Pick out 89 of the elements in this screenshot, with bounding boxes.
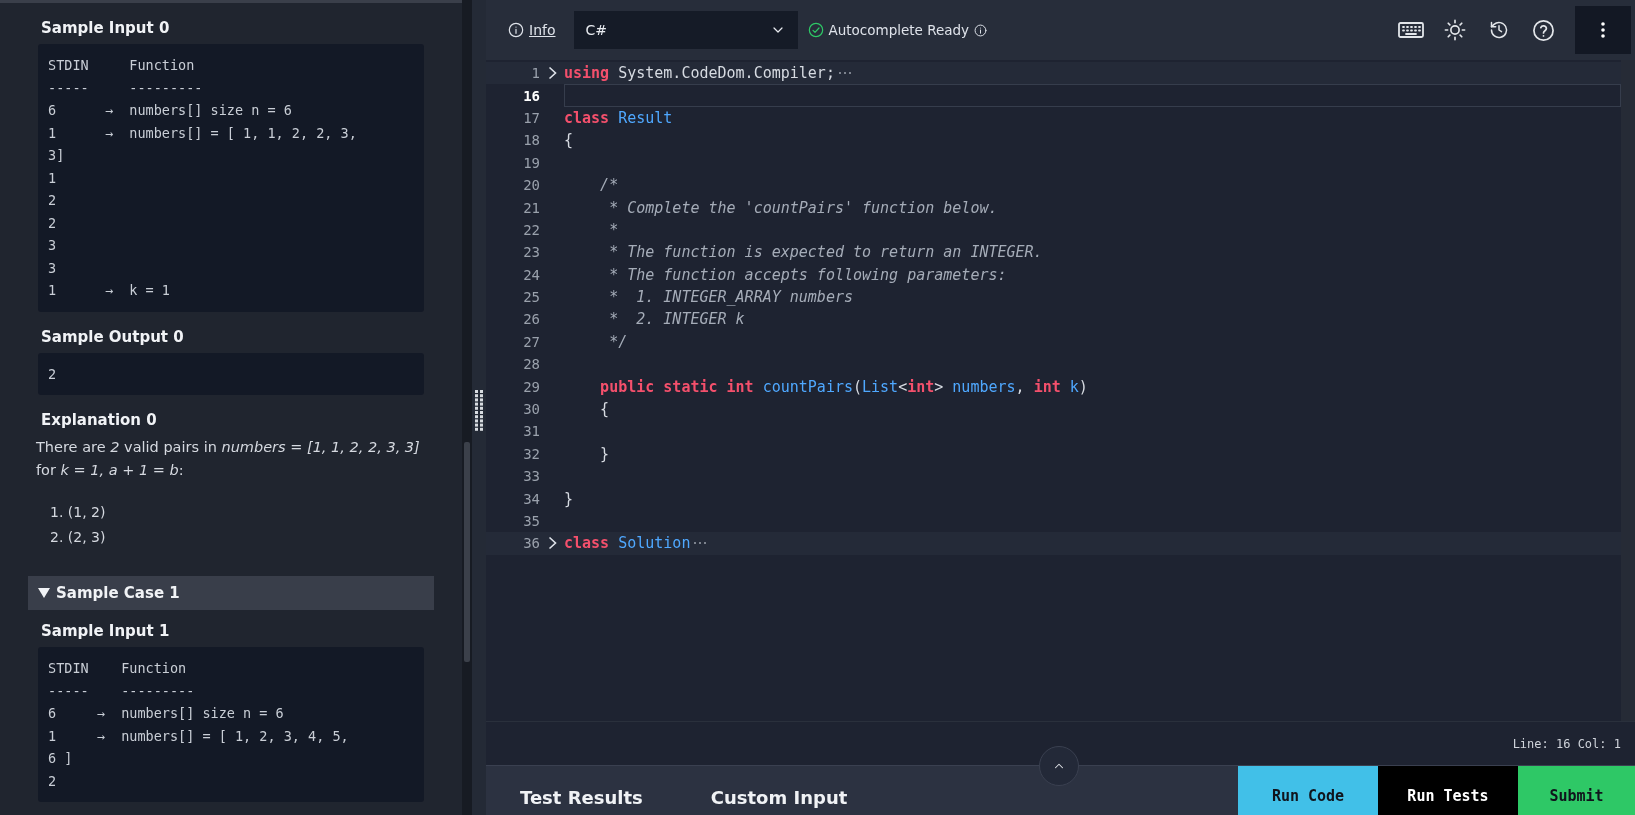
section-title: Sample Output 0 xyxy=(41,327,185,346)
sample-line: 1 → numbers[] = [ 1, 1, 2, 2, 3, xyxy=(48,123,358,143)
line-number: 23 xyxy=(522,244,540,261)
line-number: 35 xyxy=(522,513,540,529)
code-line: class Result xyxy=(564,108,673,127)
grip-icon[interactable] xyxy=(475,390,483,432)
line-number: 34 xyxy=(522,490,540,507)
sample-line: 1 → numbers[] = [ 1, 2, 3, 4, 5, xyxy=(48,726,350,746)
line-number: 18 xyxy=(522,132,540,149)
line-number: 19 xyxy=(522,154,540,171)
line-number: 33 xyxy=(522,468,540,485)
explanation-text: There are 2 valid pairs in numbers = [1, 1, 2, 2, 3, 3] for k = 1, a + 1 = b: xyxy=(36,438,421,480)
sample-line: STDIN Function xyxy=(48,659,188,678)
sample-line: 6 ] xyxy=(48,749,74,768)
sample-line: 2 xyxy=(48,364,58,384)
line-number: 20 xyxy=(522,177,540,194)
pair-item: 1. (1, 2) xyxy=(49,503,107,522)
line-number: 21 xyxy=(522,199,540,216)
sample-case-header[interactable]: Sample Case 1 xyxy=(28,576,434,610)
line-number: 28 xyxy=(522,356,540,373)
sample-line: 6 → numbers[] size n = 6 xyxy=(48,101,293,120)
run-code-button[interactable]: Run Code xyxy=(1238,766,1378,815)
line-number: 17 xyxy=(522,109,540,126)
caret-icon xyxy=(38,588,50,598)
line-number: 27 xyxy=(522,333,540,350)
fold-ellipsis-icon[interactable] xyxy=(693,541,708,546)
line-number: 30 xyxy=(522,401,540,418)
help-icon xyxy=(1531,18,1555,42)
line-number: 29 xyxy=(522,378,540,395)
code-line: * The function accepts following parameters: xyxy=(608,265,1007,284)
code-line: * xyxy=(608,220,619,239)
line-number: 1 xyxy=(530,65,540,82)
code-line: class Solution xyxy=(564,534,691,553)
pair-item: 2. (2, 3) xyxy=(49,528,107,547)
sample-line: 1 xyxy=(48,168,58,188)
info-icon xyxy=(508,22,524,38)
line-number: 31 xyxy=(522,423,540,440)
code-line: */ xyxy=(608,332,628,351)
code-line: public static int countPairs(List<int> numbers, int k) xyxy=(599,377,1088,396)
code-line: * 1. INTEGER_ARRAY numbers xyxy=(608,288,853,307)
panel-tab[interactable]: Test Results xyxy=(520,787,643,815)
language-select[interactable]: C# xyxy=(573,11,798,49)
info-icon[interactable] xyxy=(974,23,988,37)
line-number: 22 xyxy=(522,221,540,238)
sample-line: 3] xyxy=(48,146,66,165)
scrollbar-thumb[interactable] xyxy=(464,442,470,662)
panel-tab[interactable]: Custom Input xyxy=(710,787,848,815)
sun-icon xyxy=(1444,19,1466,41)
sample-line: 2 xyxy=(48,213,58,233)
section-title: Explanation 0 xyxy=(41,411,158,429)
sample-line: 2 xyxy=(48,191,58,210)
code-line: /* xyxy=(599,176,619,195)
code-line: } xyxy=(599,444,610,463)
section-title: Sample Input 1 xyxy=(41,622,171,640)
code-line: * The function is expected to return an INTEGER. xyxy=(608,243,1043,262)
line-number: 26 xyxy=(522,311,540,328)
keyboard-icon xyxy=(1398,20,1424,40)
line-number: 24 xyxy=(522,266,540,283)
sample-line: 3 xyxy=(48,236,58,255)
line-number: 36 xyxy=(522,535,540,552)
section-title: Sample Input 0 xyxy=(41,19,171,37)
sample-line: 6 → numbers[] size n = 6 xyxy=(48,704,285,723)
code-line: } xyxy=(564,489,574,508)
autocomplete-status: Autocomplete Ready xyxy=(828,22,970,38)
chevron-right-icon[interactable] xyxy=(547,66,557,81)
chevron-right-icon[interactable] xyxy=(547,536,557,551)
sample-line: ----- --------- xyxy=(48,78,204,98)
history-icon xyxy=(1489,20,1509,40)
cursor-position: Line: 16 Col: 1 xyxy=(1512,736,1621,751)
code-line: using System.CodeDom.Compiler; xyxy=(564,64,835,83)
line-number: 16 xyxy=(522,87,540,104)
sample-line: 1 → k = 1 xyxy=(48,281,171,300)
fold-ellipsis-icon[interactable] xyxy=(837,71,852,76)
case-title: Sample Case 1 xyxy=(56,584,180,602)
sample-line: ----- --------- xyxy=(48,681,196,701)
check-circle-icon xyxy=(807,22,824,38)
code-line: * 2. INTEGER k xyxy=(608,310,745,329)
code-line: { xyxy=(564,131,574,150)
sample-line: 2 xyxy=(48,771,58,791)
line-number: 32 xyxy=(522,445,540,462)
sample-line: STDIN Function xyxy=(48,56,196,75)
code-line: { xyxy=(599,400,610,419)
more-vertical-icon xyxy=(1601,22,1605,38)
info-link[interactable]: Info xyxy=(508,22,556,38)
sample-line: 3 xyxy=(48,258,58,278)
run-tests-button[interactable]: Run Tests xyxy=(1378,766,1518,815)
submit-button[interactable]: Submit xyxy=(1518,766,1635,815)
line-number: 25 xyxy=(522,289,540,306)
code-line: * Complete the 'countPairs' function below. xyxy=(608,198,998,217)
